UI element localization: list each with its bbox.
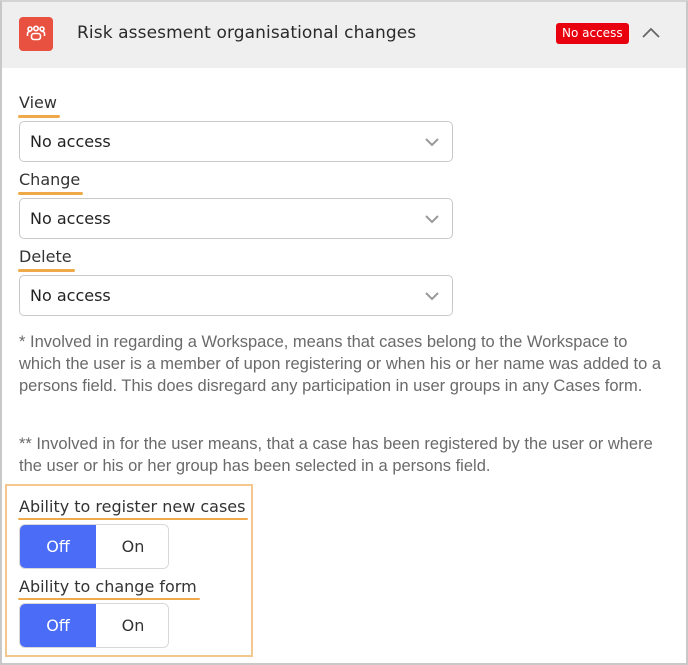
chevron-down-icon xyxy=(425,215,439,224)
delete-select-value: No access xyxy=(30,286,111,305)
collapse-button[interactable] xyxy=(640,22,662,44)
group-icon xyxy=(19,17,53,51)
change-label: Change xyxy=(17,170,84,195)
chevron-up-icon xyxy=(642,27,660,38)
change-select[interactable]: No access xyxy=(19,198,453,239)
involved-workspace-note: * Involved in regarding a Workspace, mea… xyxy=(19,333,662,395)
register-cases-label: Ability to register new cases xyxy=(17,497,249,520)
view-select[interactable]: No access xyxy=(19,121,453,162)
register-cases-toggle[interactable]: Off On xyxy=(19,524,169,569)
delete-label: Delete xyxy=(18,247,75,272)
change-form-label: Ability to change form xyxy=(18,577,200,600)
change-select-value: No access xyxy=(30,209,111,228)
access-status-badge: No access xyxy=(556,23,629,44)
involved-user-note: ** Involved in for the user means, that … xyxy=(19,435,653,475)
change-form-off-option[interactable]: Off xyxy=(20,604,96,647)
panel-header[interactable]: Risk assesment organisational changes No… xyxy=(2,2,686,68)
register-cases-on-option[interactable]: On xyxy=(96,525,168,568)
change-form-on-option[interactable]: On xyxy=(96,604,168,647)
register-cases-off-option[interactable]: Off xyxy=(20,525,96,568)
change-form-toggle[interactable]: Off On xyxy=(19,603,169,648)
panel-title: Risk assesment organisational changes xyxy=(77,23,417,43)
chevron-down-icon xyxy=(425,138,439,147)
view-select-value: No access xyxy=(30,132,111,151)
delete-select[interactable]: No access xyxy=(19,275,453,316)
chevron-down-icon xyxy=(425,292,439,301)
view-label: View xyxy=(18,93,60,118)
